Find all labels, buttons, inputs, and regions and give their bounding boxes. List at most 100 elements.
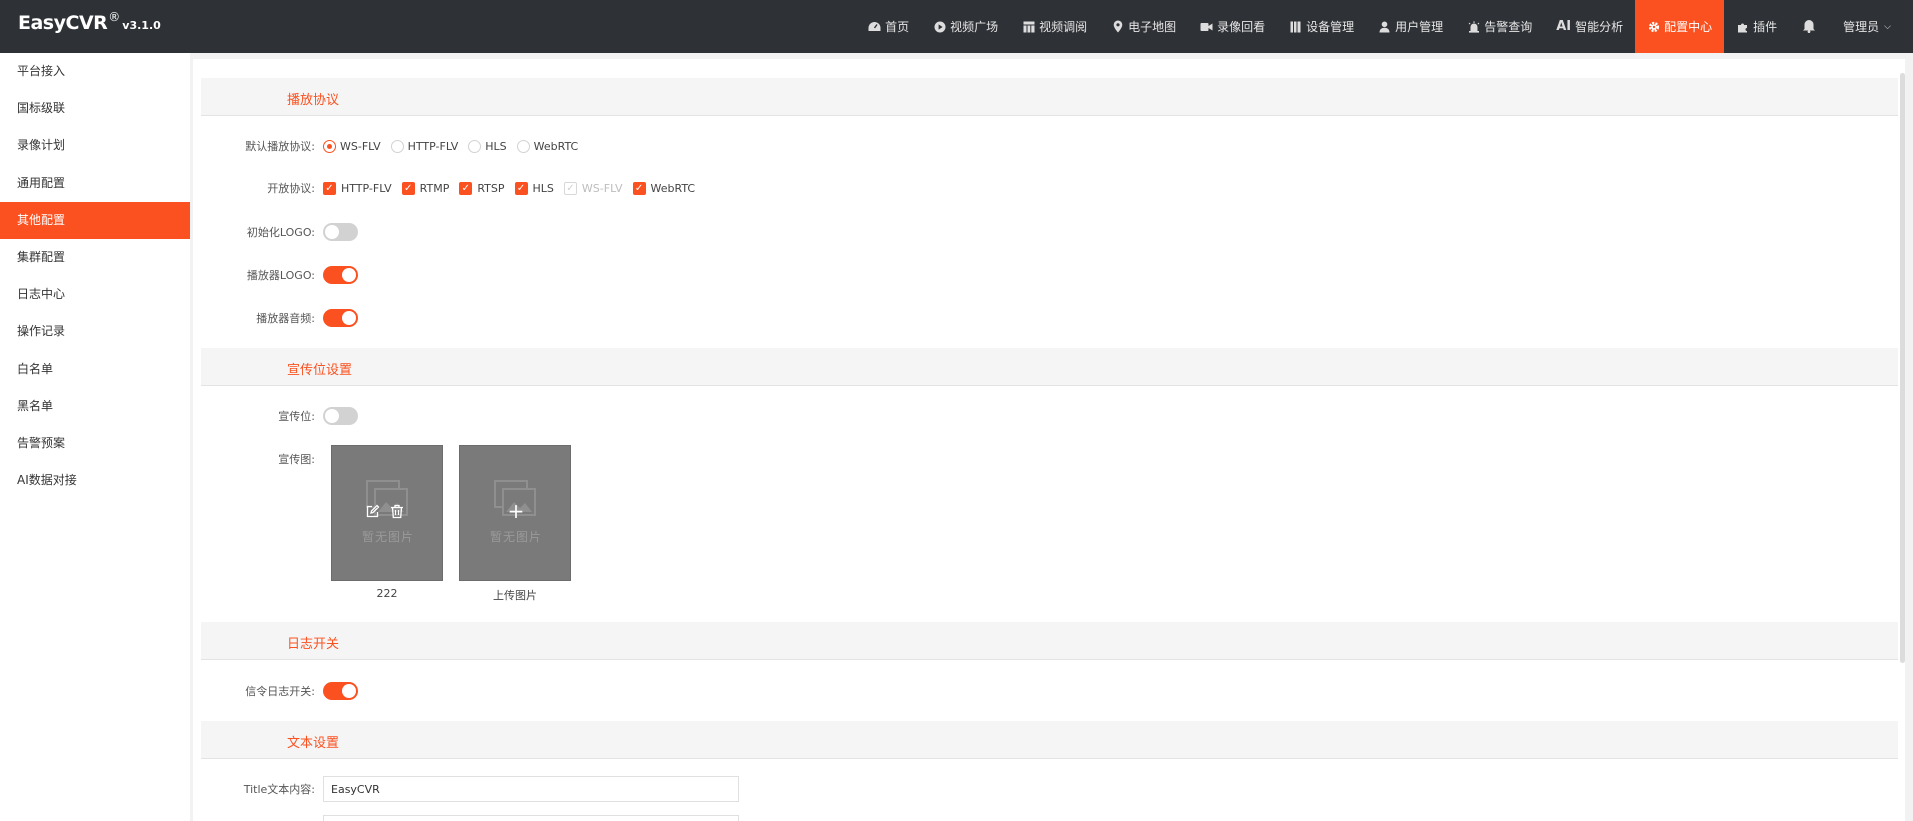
empty-image-text: 暂无图片 [489,530,542,544]
radio-label: HLS [485,139,507,153]
notification-button[interactable] [1789,0,1829,53]
sidebar-item-operation-log[interactable]: 操作记录 [0,313,190,350]
nav-item-emap[interactable]: 电子地图 [1099,0,1188,53]
nav-item-home[interactable]: 首页 [856,0,921,53]
checkbox-rtmp[interactable]: ✓ RTMP [401,181,450,195]
brand-registered-mark: ® [108,10,121,24]
section-header-log: 日志开关 [201,622,1898,660]
checkbox-label: HTTP-FLV [341,181,392,195]
checkbox-hls[interactable]: ✓ HLS [514,181,554,195]
tile-actions [365,504,404,523]
sidebar-item-gb-cascade[interactable]: 国标级联 [0,90,190,127]
checkbox-label: WS-FLV [581,181,623,195]
checkbox-rtsp[interactable]: ✓ RTSP [459,181,505,195]
check-icon: ✓ [514,181,528,195]
nav-item-video-square[interactable]: 视频广场 [921,0,1010,53]
section-title: 宣传位设置 [287,363,353,378]
upload-image-caption: 上传图片 [493,589,537,602]
sidebar-item-general-config[interactable]: 通用配置 [0,165,190,202]
sidebar-item-alarm-plan[interactable]: 告警预案 [0,425,190,462]
check-icon: ✓ [459,181,473,195]
sidebar-item-platform-access[interactable]: 平台接入 [0,53,190,90]
nav-item-video-review[interactable]: 视频调阅 [1010,0,1099,53]
sidebar-item-other-config[interactable]: 其他配置 [0,201,190,239]
title-text-row: Title文本内容: [193,776,1893,802]
nav-item-alarm[interactable]: 告警查询 [1455,0,1544,53]
player-logo-toggle[interactable] [323,266,358,284]
nav-item-users[interactable]: 用户管理 [1366,0,1455,53]
section-header-text: 文本设置 [201,721,1898,759]
alarm-icon [1467,20,1480,33]
player-audio-toggle[interactable] [323,309,358,327]
default-protocol-row: 默认播放协议: WS-FLV HTTP-FLV HLS WebRTC [193,133,1893,159]
section-title: 日志开关 [287,637,340,652]
sidebar-item-log-center[interactable]: 日志中心 [0,276,190,313]
section-title: 文本设置 [287,736,340,751]
radio-label: WS-FLV [340,139,381,153]
nav-item-playback[interactable]: 录像回看 [1188,0,1277,53]
init-logo-toggle[interactable] [323,223,358,241]
sidebar-item-ai-data[interactable]: AI数据对接 [0,462,190,499]
checkbox-http-flv[interactable]: ✓ HTTP-FLV [323,181,392,195]
nav-label: 配置中心 [1664,20,1713,34]
radio-dot [323,139,336,153]
main-nav: 首页 视频广场 视频调阅 电子地图 录像回看 设备管理 用户管理 告警查询 AI… [856,0,1913,53]
radio-http-flv[interactable]: HTTP-FLV [390,139,459,153]
check-icon: ✓ [401,181,415,195]
puzzle-icon [1736,20,1749,33]
brand-name: EasyCVR [18,12,108,34]
field-label: 宣传位: [278,410,315,423]
scrollbar-thumb[interactable] [1900,73,1905,663]
radio-dot [390,139,404,153]
sidebar-item-record-plan[interactable]: 录像计划 [0,127,190,164]
plus-icon: + [507,499,525,523]
trash-icon[interactable] [390,504,404,523]
signal-log-toggle[interactable] [323,682,358,700]
checkbox-label: WebRTC [650,181,696,195]
nav-label: 视频调阅 [1039,20,1088,34]
promo-switch-row: 宣传位: [193,403,1893,429]
radio-label: HTTP-FLV [407,139,459,153]
sidebar-item-cluster-config[interactable]: 集群配置 [0,239,190,276]
play-circle-icon [933,20,946,33]
edit-icon[interactable] [365,504,380,523]
check-icon: ✓ [563,181,577,195]
nav-label: 设备管理 [1306,20,1355,34]
field-label: 播放器LOGO: [246,269,315,282]
user-icon [1378,20,1391,33]
user-menu[interactable]: 管理员 ⌵ [1829,0,1913,53]
open-protocol-row: 开放协议: ✓ HTTP-FLV ✓ RTMP ✓ RTSP ✓ HLS ✓ WS-FLV… [193,175,1893,201]
title-text-input[interactable] [323,776,739,802]
section-header-promo: 宣传位设置 [201,348,1898,386]
upload-image-tile[interactable]: 暂无图片 + [459,445,571,581]
check-icon: ✓ [632,181,646,195]
checkbox-label: RTMP [419,181,450,195]
radio-dot [516,139,530,153]
brand-logo[interactable]: EasyCVR ® v3.1.0 [18,10,161,34]
nav-label: 录像回看 [1217,20,1266,34]
radio-ws-flv[interactable]: WS-FLV [323,139,381,153]
gear-icon [1647,20,1660,33]
promo-image-tile[interactable]: 暂无图片 [331,445,443,581]
map-pin-icon [1111,20,1124,33]
radio-webrtc[interactable]: WebRTC [516,139,578,153]
nav-label: 用户管理 [1395,20,1444,34]
checkbox-webrtc[interactable]: ✓ WebRTC [632,181,696,195]
empty-image-text: 暂无图片 [361,530,414,544]
scrollbar[interactable] [1898,59,1905,821]
nav-label: 智能分析 [1575,20,1624,34]
user-name: 管理员 [1843,20,1880,34]
nav-item-plugins[interactable]: 插件 [1724,0,1789,53]
promo-toggle[interactable] [323,407,358,425]
nav-item-ai-analysis[interactable]: AI 智能分析 [1544,0,1635,53]
nav-item-device[interactable]: 设备管理 [1277,0,1366,53]
sidebar-item-blacklist[interactable]: 黑名单 [0,388,190,425]
field-label: 信令日志开关: [245,685,315,698]
brand-version: v3.1.0 [122,19,161,32]
text-input[interactable] [323,815,739,821]
sidebar-item-whitelist[interactable]: 白名单 [0,351,190,388]
field-label: 宣传图: [278,453,315,466]
config-panel: 播放协议 默认播放协议: WS-FLV HTTP-FLV HLS WebRTC … [193,59,1905,821]
radio-hls[interactable]: HLS [468,139,507,153]
nav-item-config-center[interactable]: 配置中心 [1635,0,1725,53]
